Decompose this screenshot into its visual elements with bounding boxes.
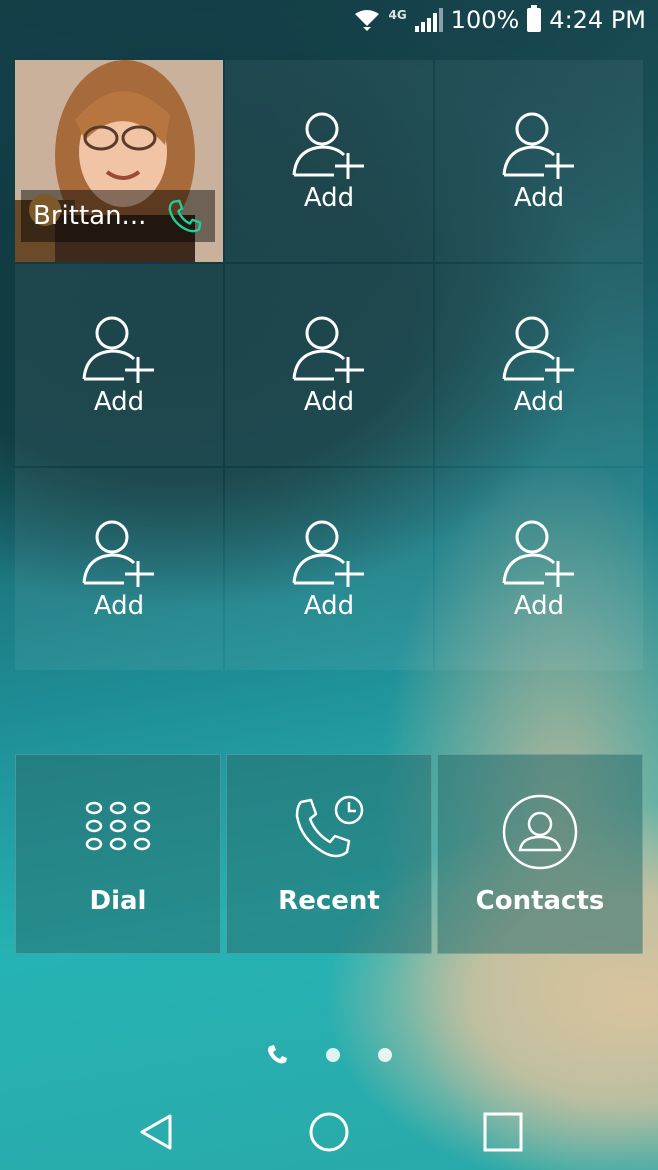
add-contact-icon xyxy=(292,112,364,179)
contacts-button[interactable]: Contacts xyxy=(437,754,643,954)
dial-button[interactable]: Dial xyxy=(15,754,221,954)
contact-name: Brittan... xyxy=(33,201,147,231)
add-speed-dial-8[interactable]: Add xyxy=(435,468,643,670)
home-icon xyxy=(309,1112,349,1152)
add-label: Add xyxy=(93,387,145,417)
back-icon xyxy=(140,1114,172,1150)
add-speed-dial-1[interactable]: Add xyxy=(225,60,433,262)
status-bar: 4G 100% 4:24 PM xyxy=(0,0,658,46)
page-dot-3[interactable] xyxy=(378,1048,392,1062)
add-label: Add xyxy=(513,183,565,213)
page-dot-2[interactable] xyxy=(326,1048,340,1062)
home-button[interactable] xyxy=(299,1102,359,1162)
add-contact-icon xyxy=(502,316,574,383)
contacts-icon xyxy=(502,794,578,870)
add-contact-icon xyxy=(292,520,364,587)
network-type: 4G xyxy=(388,8,407,22)
battery-icon xyxy=(527,5,542,32)
add-speed-dial-6[interactable]: Add xyxy=(15,468,223,670)
add-speed-dial-7[interactable]: Add xyxy=(225,468,433,670)
recent-calls-icon xyxy=(295,795,364,858)
dial-label: Dial xyxy=(89,886,147,916)
recent-button[interactable]: Recent xyxy=(226,754,432,954)
add-speed-dial-3[interactable]: Add xyxy=(15,264,223,466)
add-contact-icon xyxy=(502,112,574,179)
action-bar: Dial Recent Contacts xyxy=(15,754,643,954)
clock: 4:24 PM xyxy=(549,6,646,34)
add-label: Add xyxy=(303,591,355,621)
phone-page-icon[interactable] xyxy=(266,1044,288,1066)
contacts-label: Contacts xyxy=(475,886,605,916)
add-contact-icon xyxy=(502,520,574,587)
contact-name-bar: Brittan... xyxy=(21,190,215,242)
add-contact-icon xyxy=(292,316,364,383)
recent-label: Recent xyxy=(278,886,380,916)
phone-icon[interactable] xyxy=(165,197,203,235)
add-label: Add xyxy=(303,387,355,417)
back-button[interactable] xyxy=(126,1102,186,1162)
battery-percent: 100% xyxy=(450,6,520,34)
wifi-icon xyxy=(355,10,380,31)
add-speed-dial-2[interactable]: Add xyxy=(435,60,643,262)
recents-icon xyxy=(483,1112,523,1152)
signal-icon xyxy=(414,8,443,32)
navigation-bar xyxy=(0,1090,658,1170)
add-speed-dial-5[interactable]: Add xyxy=(435,264,643,466)
recents-button[interactable] xyxy=(473,1102,533,1162)
dialpad-icon xyxy=(85,801,151,851)
speed-dial-contact[interactable]: Brittan... xyxy=(15,60,223,262)
add-contact-icon xyxy=(82,316,154,383)
add-label: Add xyxy=(303,183,355,213)
add-label: Add xyxy=(93,591,145,621)
add-speed-dial-4[interactable]: Add xyxy=(225,264,433,466)
page-indicator xyxy=(0,1044,658,1066)
add-label: Add xyxy=(513,387,565,417)
speed-dial-grid: Brittan... Add Add Add Add Add Add Add A… xyxy=(15,60,643,670)
add-label: Add xyxy=(513,591,565,621)
add-contact-icon xyxy=(82,520,154,587)
